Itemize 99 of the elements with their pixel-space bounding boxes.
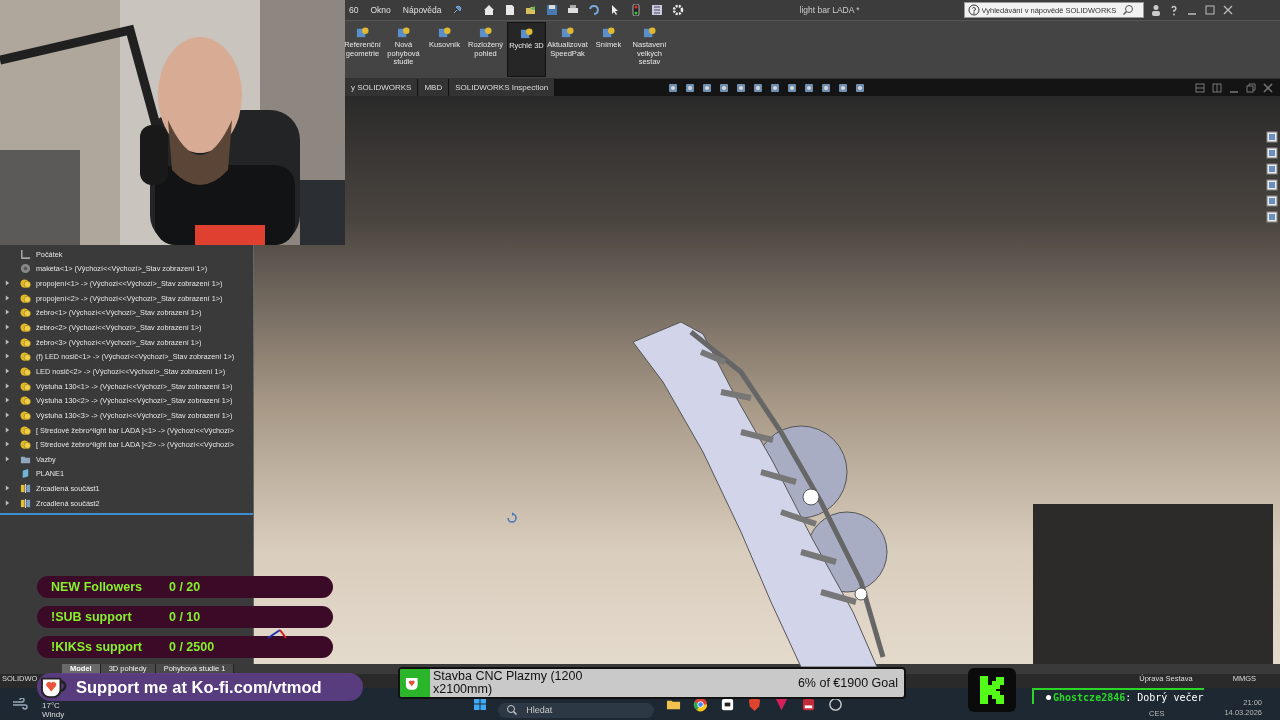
view-tool-icon[interactable] xyxy=(684,81,697,94)
traffic-light-icon[interactable] xyxy=(629,4,642,16)
app-icon[interactable] xyxy=(774,696,790,712)
app-icon[interactable] xyxy=(828,696,844,712)
ribbon-tab[interactable]: MBD xyxy=(418,79,450,96)
temperature-text: 17°C xyxy=(42,701,61,710)
tile-icon[interactable] xyxy=(1211,81,1223,94)
expand-arrow-icon[interactable] xyxy=(5,382,10,389)
tool-icon xyxy=(479,26,492,39)
ribbon-tab[interactable]: y SOLIDWORKS xyxy=(345,79,419,96)
view-tool-icon[interactable] xyxy=(752,81,765,94)
assembly-icon xyxy=(20,395,31,407)
tile-icon[interactable] xyxy=(1194,81,1206,94)
windows-start-icon[interactable] xyxy=(474,698,487,710)
ribbon-tab[interactable]: SOLIDWORKS Inspection xyxy=(449,79,556,96)
view-tool-icon[interactable] xyxy=(718,81,731,94)
window-title: light bar LADA * xyxy=(799,5,861,15)
tool-icon xyxy=(520,27,533,40)
app-icon[interactable] xyxy=(720,696,736,712)
wind-icon[interactable] xyxy=(12,698,28,710)
user-icon[interactable] xyxy=(1149,4,1162,16)
tool-icon xyxy=(438,26,451,39)
view-tool-icon[interactable] xyxy=(803,81,816,94)
goal-label: NEW Followers xyxy=(51,580,143,594)
donation-title: Stavba CNC Plazmy (1200 x2100mm) xyxy=(433,670,584,696)
assembly-icon xyxy=(20,278,31,290)
undo-icon[interactable] xyxy=(587,4,600,16)
expand-arrow-icon[interactable] xyxy=(5,426,10,433)
view-tool-icon[interactable] xyxy=(786,81,799,94)
task-pane-icon[interactable] xyxy=(1266,211,1278,223)
view-tool-icon[interactable] xyxy=(820,81,833,94)
view-tool-icon[interactable] xyxy=(769,81,782,94)
print-icon[interactable] xyxy=(566,4,579,16)
axis-triad-icon xyxy=(266,626,290,640)
help-icon xyxy=(967,4,980,16)
task-pane-icon[interactable] xyxy=(1266,147,1278,159)
open-file-icon[interactable] xyxy=(524,4,537,16)
goal-label: !KIKSs support xyxy=(51,640,143,654)
kofi-text: Support me at Ko-fi.com/vtmod xyxy=(76,677,322,697)
goal-count: 0 / 20 xyxy=(169,580,201,594)
new-file-icon[interactable] xyxy=(503,4,516,16)
menu-item[interactable]: Okno xyxy=(367,5,394,15)
taskbar-search-field[interactable]: Hledat xyxy=(498,702,655,718)
search-icon xyxy=(506,704,519,716)
assembly-icon xyxy=(20,439,31,451)
view-tool-icon[interactable] xyxy=(701,81,714,94)
save-icon[interactable] xyxy=(545,4,558,16)
donation-goal-text: 6% of €1900 Goal xyxy=(797,676,898,690)
taskbar-search-input[interactable]: Hledat xyxy=(524,704,629,716)
shield-icon[interactable] xyxy=(747,696,763,712)
tool-icon xyxy=(356,26,369,39)
goal-label: !SUB support xyxy=(51,610,133,624)
assembly-icon xyxy=(20,336,31,348)
menu-item[interactable]: Nápověda xyxy=(399,5,445,15)
settings-icon[interactable] xyxy=(671,4,684,16)
assembly-icon xyxy=(20,380,31,392)
rotate-cursor-icon xyxy=(506,512,518,524)
restore-icon[interactable] xyxy=(1203,4,1216,16)
view-tool-icon[interactable] xyxy=(837,81,850,94)
search-icon[interactable] xyxy=(1121,4,1134,16)
task-pane-icon[interactable] xyxy=(1266,131,1278,143)
mirror-icon xyxy=(20,497,31,509)
tool-icon xyxy=(643,26,656,39)
expand-arrow-icon[interactable] xyxy=(5,324,10,330)
tool-icon xyxy=(602,26,615,39)
expand-arrow-icon[interactable] xyxy=(5,309,10,316)
close-icon[interactable] xyxy=(1221,4,1234,16)
cup-heart-icon xyxy=(40,675,68,699)
task-pane-icon[interactable] xyxy=(1266,195,1278,207)
list-icon[interactable] xyxy=(650,4,663,16)
task-pane-icon[interactable] xyxy=(1266,163,1278,175)
mirror-icon xyxy=(20,483,31,495)
kick-logo-icon xyxy=(968,668,1016,712)
home-icon[interactable] xyxy=(482,4,495,16)
restore-icon[interactable] xyxy=(1245,81,1257,94)
tool-icon xyxy=(397,26,410,39)
view-tool-icon[interactable] xyxy=(667,81,680,94)
app-icon[interactable] xyxy=(801,696,817,712)
assembly-icon xyxy=(20,351,31,363)
view-tool-icon[interactable] xyxy=(735,81,748,94)
tool-icon xyxy=(561,26,574,39)
goal-count: 0 / 2500 xyxy=(169,640,215,654)
expand-arrow-icon[interactable] xyxy=(5,338,10,345)
view-tool-icon[interactable] xyxy=(854,81,867,94)
menu-item[interactable]: 60 xyxy=(346,5,362,15)
chat-message: Ghostcze2846: Dobrý večer xyxy=(1032,688,1204,704)
assembly-icon xyxy=(20,322,31,333)
origin-icon xyxy=(20,248,31,260)
task-pane-icon[interactable] xyxy=(1266,179,1278,191)
assembly-icon xyxy=(20,365,31,377)
assembly-icon xyxy=(20,409,31,421)
assembly-icon xyxy=(20,424,31,436)
assembly-icon xyxy=(20,307,31,319)
assembly-icon xyxy=(20,292,31,304)
goal-count: 0 / 10 xyxy=(169,610,201,624)
plane-icon xyxy=(20,468,31,480)
part-icon xyxy=(20,263,31,275)
weather-text: Windy xyxy=(42,710,65,719)
close-icon[interactable] xyxy=(1262,81,1274,94)
